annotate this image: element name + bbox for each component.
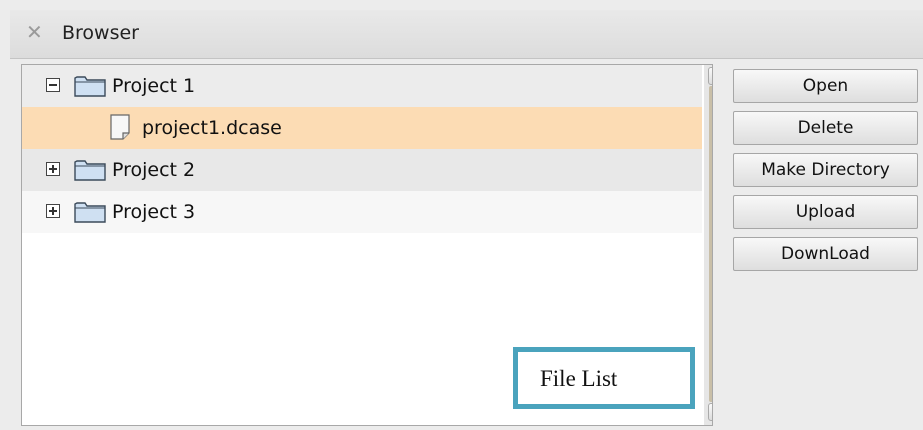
tree-item-label: Project 1 (112, 75, 196, 97)
title-bar: ✕ Browser (10, 10, 923, 59)
tree-row-project-1[interactable]: Project 1 (22, 65, 702, 107)
window-title: Browser (62, 22, 139, 44)
tree-row-project1-dcase[interactable]: project1.dcase (22, 107, 702, 149)
tree-item-label: Project 3 (112, 201, 196, 223)
callout-label: File List (540, 366, 618, 391)
delete-button[interactable]: Delete (733, 111, 918, 145)
file-icon (110, 114, 130, 140)
upload-button[interactable]: Upload (733, 195, 918, 229)
collapse-icon[interactable] (46, 78, 60, 92)
scroll-down-button[interactable] (708, 403, 712, 421)
tree-item-label: Project 2 (112, 159, 196, 181)
tree-row-project-3[interactable]: Project 3 (22, 191, 702, 233)
expand-icon[interactable] (46, 204, 60, 218)
expand-icon[interactable] (46, 162, 60, 176)
tree-row-project-2[interactable]: Project 2 (22, 149, 702, 191)
folder-icon (74, 160, 106, 181)
vertical-scrollbar[interactable] (704, 65, 712, 425)
action-buttons: Open Delete Make Directory Upload DownLo… (733, 69, 918, 279)
scroll-up-button[interactable] (708, 67, 712, 85)
make-directory-button[interactable]: Make Directory (733, 153, 918, 187)
file-list-callout: File List (513, 347, 695, 409)
tree-item-label: project1.dcase (142, 117, 282, 139)
scroll-thumb[interactable] (709, 86, 712, 402)
folder-icon (74, 202, 106, 223)
browser-content: Project 1 project1.dcase Project 2 Proje… (10, 59, 923, 430)
download-button[interactable]: DownLoad (733, 237, 918, 271)
close-icon[interactable]: ✕ (26, 20, 43, 44)
open-button[interactable]: Open (733, 69, 918, 103)
browser-window: ✕ Browser Project 1 project1.dcase Proje… (0, 0, 923, 430)
folder-icon (74, 76, 106, 97)
